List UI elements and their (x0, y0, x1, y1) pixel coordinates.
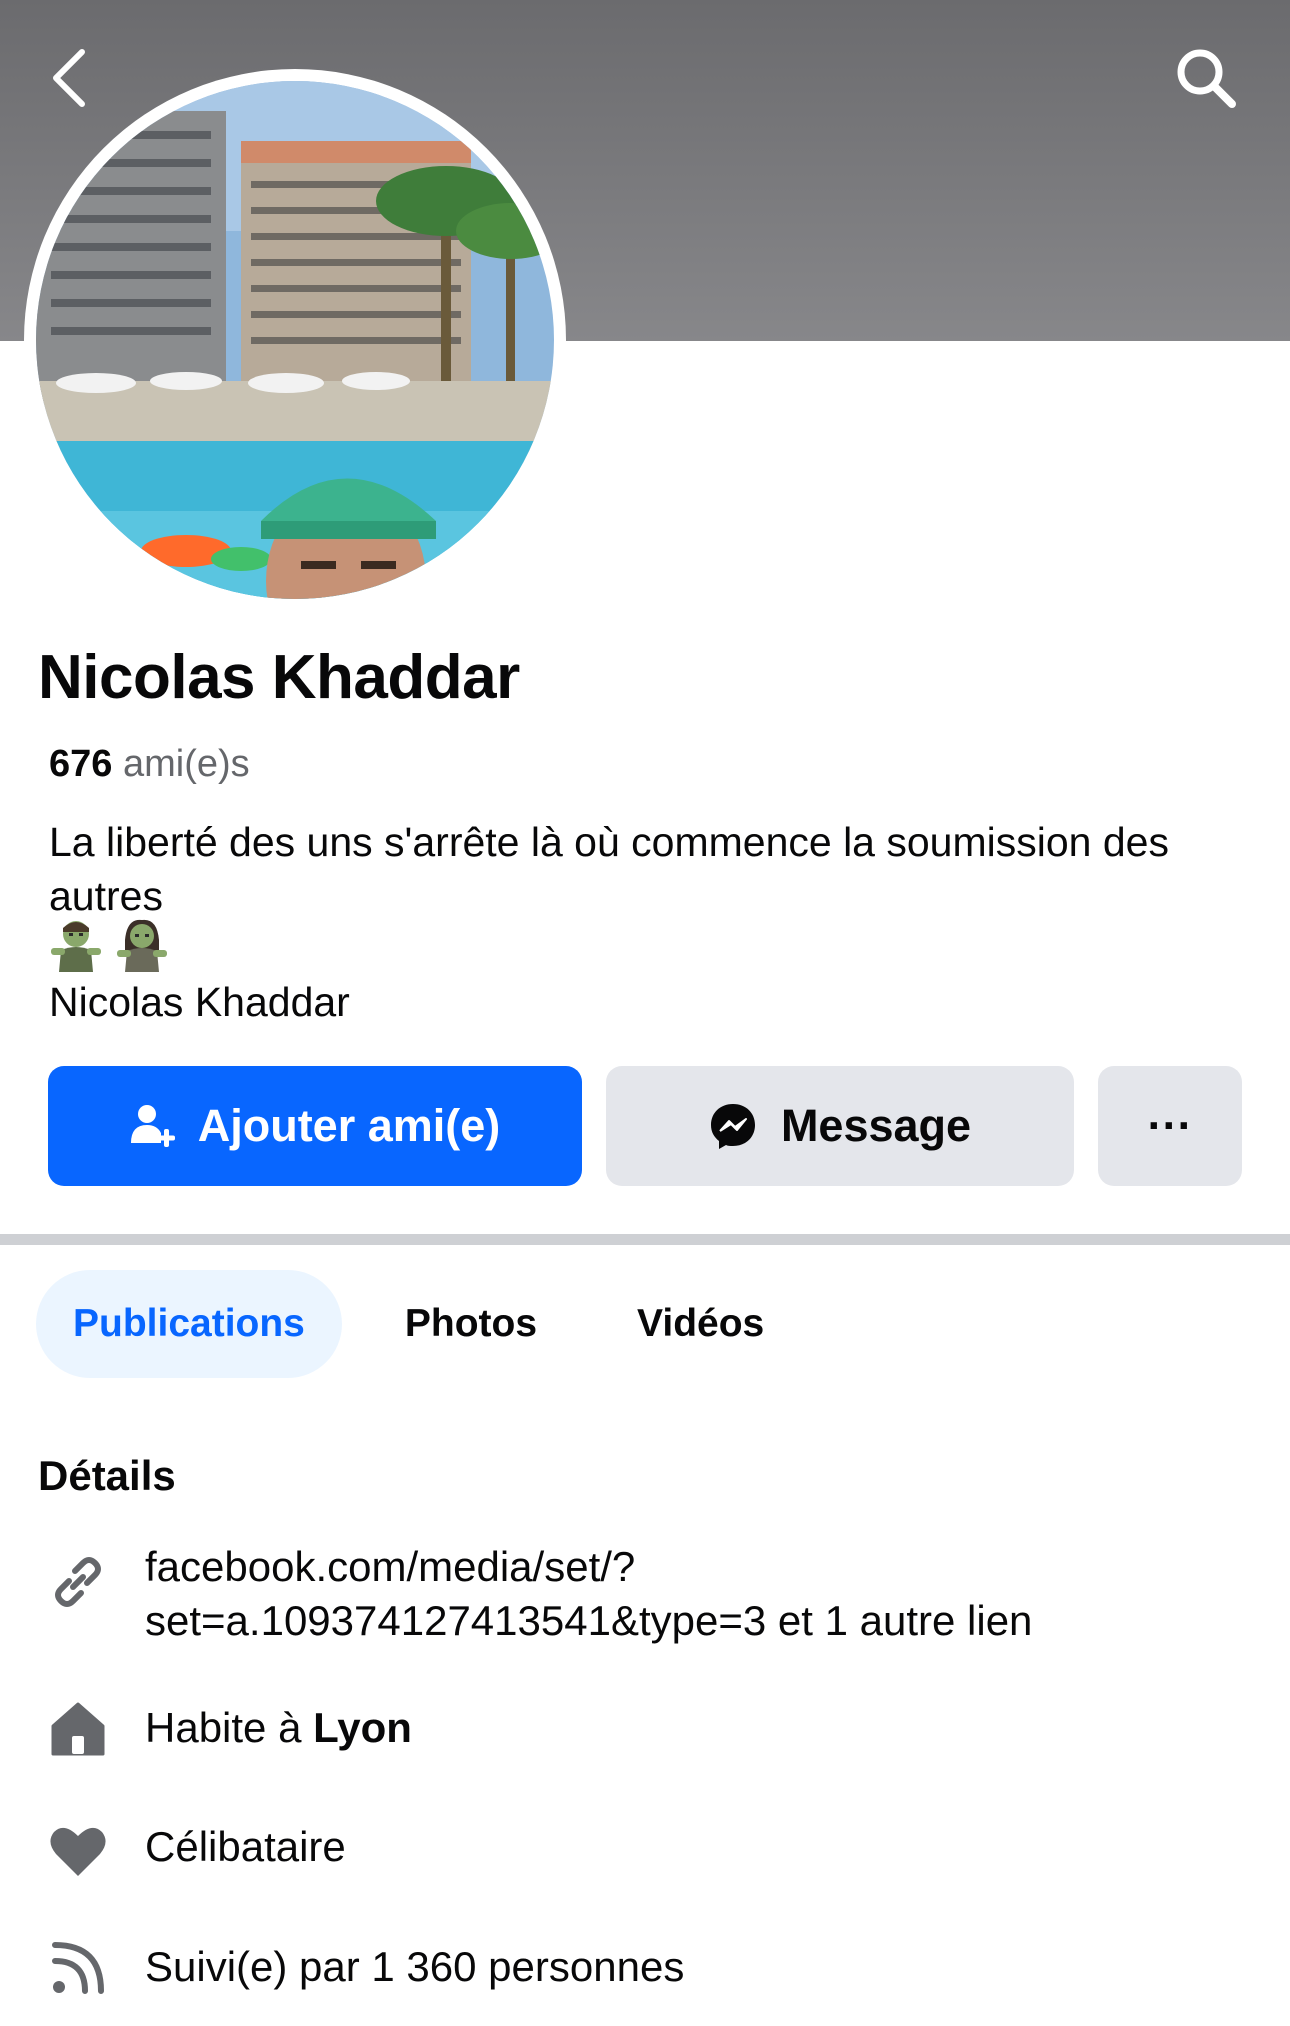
bio-signature: Nicolas Khaddar (49, 979, 350, 1025)
home-icon (48, 1699, 108, 1759)
relationship-text: Célibataire (145, 1823, 346, 1870)
search-icon (1177, 49, 1236, 108)
followers-text: Suivi(e) par 1 360 personnes (145, 1943, 685, 1990)
chevron-left-icon (53, 49, 85, 107)
heart-icon (48, 1820, 108, 1880)
profile-photo-image (36, 81, 554, 599)
link-icon (48, 1552, 108, 1612)
detail-link-line1: facebook.com/media/set/? (145, 1543, 636, 1590)
friends-count-number: 676 (49, 743, 113, 785)
messenger-icon (710, 1104, 755, 1149)
rss-icon (48, 1938, 108, 1998)
add-friend-button[interactable]: Ajouter ami(e) (48, 1066, 582, 1186)
details-title: Détails (38, 1452, 176, 1499)
message-button[interactable]: Message (606, 1066, 1074, 1186)
detail-link-text[interactable]: facebook.com/media/set/? set=a.109374127… (145, 1540, 1255, 1648)
profile-name: Nicolas Khaddar (38, 643, 520, 712)
more-options-button[interactable]: ··· (1098, 1066, 1242, 1186)
profile-tabs: Publications Photos Vidéos (36, 1270, 801, 1378)
add-friend-icon (130, 1105, 175, 1147)
search-button[interactable] (1161, 33, 1251, 123)
bio-emojis (49, 918, 169, 972)
tab-photos[interactable]: Photos (368, 1270, 574, 1378)
back-button[interactable] (25, 33, 115, 123)
lives-city[interactable]: Lyon (313, 1704, 412, 1751)
message-label: Message (780, 1100, 972, 1151)
tab-videos[interactable]: Vidéos (600, 1270, 801, 1378)
lives-prefix: Habite à (145, 1704, 302, 1751)
friends-count-label: ami(e)s (122, 743, 250, 785)
add-friend-label: Ajouter ami(e) (197, 1100, 501, 1151)
profile-picture[interactable] (24, 69, 566, 611)
friends-count[interactable]: 676 ami(e)s (49, 743, 250, 786)
section-divider (0, 1234, 1290, 1245)
bio-text: La liberté des uns s'arrête là où commen… (49, 819, 1169, 919)
zombie-woman-emoji (117, 919, 167, 972)
tab-publications[interactable]: Publications (36, 1270, 342, 1378)
detail-link-line2: set=a.109374127413541&type=3 et 1 autre … (145, 1597, 1033, 1644)
more-options-icon: ··· (1147, 1100, 1193, 1151)
zombie-man-emoji (51, 921, 101, 972)
